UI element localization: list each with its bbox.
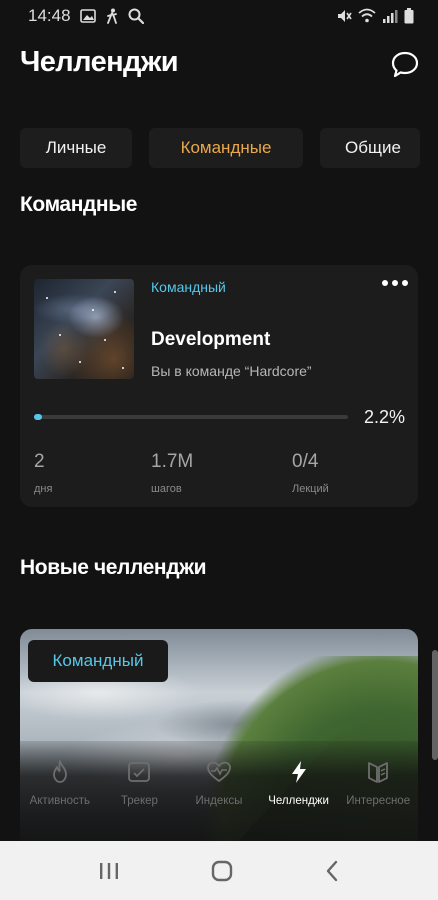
card-title: Development xyxy=(151,329,271,350)
progress-label: 2.2% xyxy=(364,407,406,427)
search-icon xyxy=(128,8,144,24)
nav-label: Трекер xyxy=(120,795,158,807)
nav-label: Индексы xyxy=(195,795,243,807)
page-title: Челленджи xyxy=(20,46,179,78)
tracker-icon xyxy=(128,762,151,782)
stat-value: 0/4 xyxy=(292,451,319,472)
recents-icon[interactable] xyxy=(98,861,120,881)
new-card-type-badge: Командный xyxy=(28,640,168,682)
stat-value: 1.7M xyxy=(151,451,194,472)
section-title-new: Новые челленджи xyxy=(20,556,207,579)
status-bar: 14:48 xyxy=(0,0,438,32)
bottom-navigation: Активность Трекер Индексы Челленджи Инте… xyxy=(20,741,418,841)
progress-fill xyxy=(34,414,42,420)
chat-bubble-icon xyxy=(391,51,419,78)
book-icon xyxy=(368,762,389,783)
back-icon[interactable] xyxy=(324,860,340,882)
edge-panel-handle[interactable] xyxy=(432,650,438,760)
challenge-tabs: Личные Командные Общие xyxy=(20,128,420,168)
home-icon[interactable] xyxy=(211,860,233,882)
stat-lectures: 0/4 Лекций xyxy=(292,451,329,495)
heart-pulse-icon xyxy=(207,761,231,783)
team-challenge-card[interactable]: Командный Development Вы в команде “Hard… xyxy=(20,265,418,507)
stat-value: 2 xyxy=(34,451,45,472)
stat-steps: 1.7M шагов xyxy=(151,451,193,495)
tab-common[interactable]: Общие xyxy=(320,128,420,168)
wifi-icon xyxy=(358,8,376,23)
flame-icon xyxy=(52,760,67,783)
progress-bar xyxy=(34,414,348,420)
system-navigation-bar xyxy=(0,841,438,900)
nav-item-interesting[interactable]: Интересное xyxy=(338,759,418,841)
status-time: 14:48 xyxy=(28,6,71,25)
nav-item-tracker[interactable]: Трекер xyxy=(100,759,180,841)
card-subtitle: Вы в команде “Hardcore” xyxy=(151,363,312,379)
mute-icon xyxy=(338,10,352,22)
image-icon xyxy=(79,9,96,23)
stat-label: Лекций xyxy=(292,483,329,495)
nav-label: Активность xyxy=(29,795,90,807)
more-dots-icon xyxy=(382,280,388,286)
stat-days: 2 дня xyxy=(34,451,52,495)
nav-item-challenges[interactable]: Челленджи xyxy=(259,759,339,841)
stat-label: шагов xyxy=(151,483,182,495)
nav-label: Интересное xyxy=(346,795,411,807)
nav-item-indexes[interactable]: Индексы xyxy=(179,759,259,841)
nav-item-activity[interactable]: Активность xyxy=(20,759,100,841)
walk-icon xyxy=(106,8,117,24)
tab-personal[interactable]: Личные xyxy=(20,128,132,168)
card-menu-button[interactable] xyxy=(382,273,408,293)
battery-icon xyxy=(404,8,414,24)
lightning-icon xyxy=(291,761,306,783)
challenge-thumbnail xyxy=(34,279,134,379)
tab-team[interactable]: Командные xyxy=(149,128,303,168)
nav-label: Челленджи xyxy=(268,795,329,807)
signal-icon xyxy=(383,10,398,23)
card-type-badge: Командный xyxy=(151,279,226,295)
chat-button[interactable] xyxy=(390,50,420,80)
section-title-team: Командные xyxy=(20,193,138,216)
stat-label: дня xyxy=(34,483,53,495)
